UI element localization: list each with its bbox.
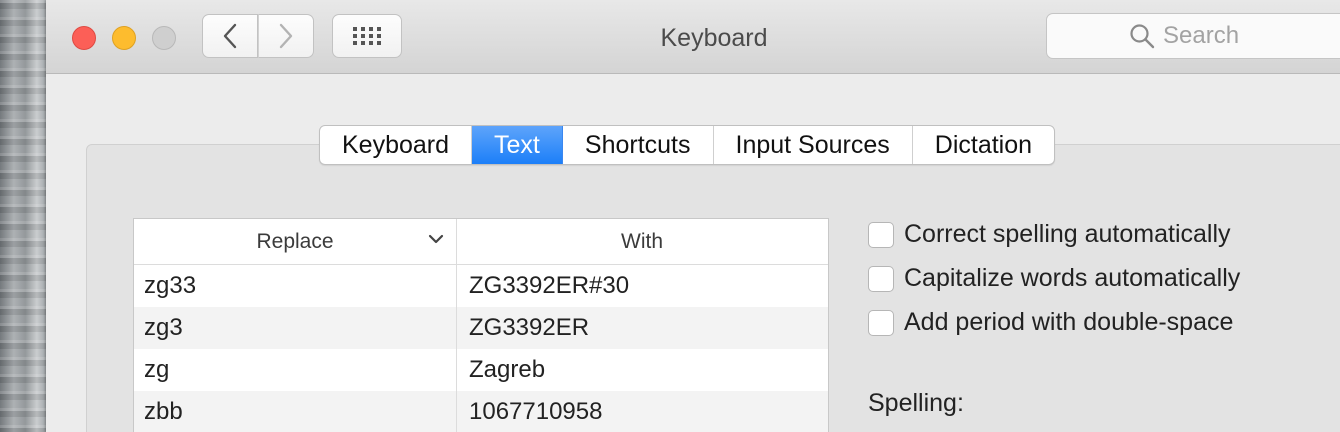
table-row[interactable]: zbb 1067710958 [134, 391, 828, 432]
capitalize-words-label[interactable]: Capitalize words automatically [904, 264, 1240, 293]
replace-cell[interactable]: zg33 [134, 265, 457, 307]
spelling-label: Spelling: [868, 389, 964, 417]
table-row[interactable]: zg Zagreb [134, 349, 828, 391]
search-placeholder: Search [1163, 22, 1240, 49]
tab-input-sources[interactable]: Input Sources [714, 126, 913, 164]
correct-spelling-label[interactable]: Correct spelling automatically [904, 220, 1231, 249]
correct-spelling-option[interactable]: Correct spelling automatically [868, 220, 1231, 249]
double-space-period-option[interactable]: Add period with double-space [868, 308, 1233, 337]
titlebar: Keyboard Search [46, 0, 1340, 74]
table-body: zg33 ZG3392ER#30 zg3 ZG3392ER zg Zagreb … [134, 265, 828, 432]
double-space-period-label[interactable]: Add period with double-space [904, 308, 1233, 337]
tab-bar: Keyboard Text Shortcuts Input Sources Di… [319, 125, 1056, 165]
replace-column-header[interactable]: Replace [134, 219, 457, 264]
capitalize-words-option[interactable]: Capitalize words automatically [868, 264, 1240, 293]
replace-cell[interactable]: zbb [134, 391, 457, 432]
tab-dictation[interactable]: Dictation [913, 126, 1054, 164]
table-row[interactable]: zg3 ZG3392ER [134, 307, 828, 349]
replace-cell[interactable]: zg [134, 349, 457, 391]
tab-keyboard[interactable]: Keyboard [320, 126, 473, 164]
tab-shortcuts[interactable]: Shortcuts [563, 126, 714, 164]
tab-text[interactable]: Text [472, 126, 563, 164]
with-column-header[interactable]: With [457, 219, 827, 264]
replace-header-label: Replace [256, 229, 334, 253]
table-header: Replace With [134, 219, 828, 265]
preferences-window: Keyboard Search Keyboard Text Shortcuts … [46, 0, 1340, 432]
text-replacement-table: Replace With zg33 ZG3392ER#30 zg3 ZG3392… [133, 218, 829, 432]
search-icon [1130, 24, 1155, 49]
search-field[interactable]: Search [1046, 13, 1340, 59]
chevron-down-icon [428, 234, 444, 244]
replace-cell[interactable]: zg3 [134, 307, 457, 349]
table-row[interactable]: zg33 ZG3392ER#30 [134, 265, 828, 307]
double-space-period-checkbox[interactable] [868, 309, 894, 336]
correct-spelling-checkbox[interactable] [868, 221, 894, 248]
with-cell[interactable]: Zagreb [457, 349, 827, 391]
desktop-background [0, 0, 46, 432]
with-cell[interactable]: 1067710958 [457, 391, 827, 432]
with-cell[interactable]: ZG3392ER [457, 307, 827, 349]
with-header-label: With [621, 229, 663, 253]
capitalize-words-checkbox[interactable] [868, 265, 894, 292]
with-cell[interactable]: ZG3392ER#30 [457, 265, 827, 307]
